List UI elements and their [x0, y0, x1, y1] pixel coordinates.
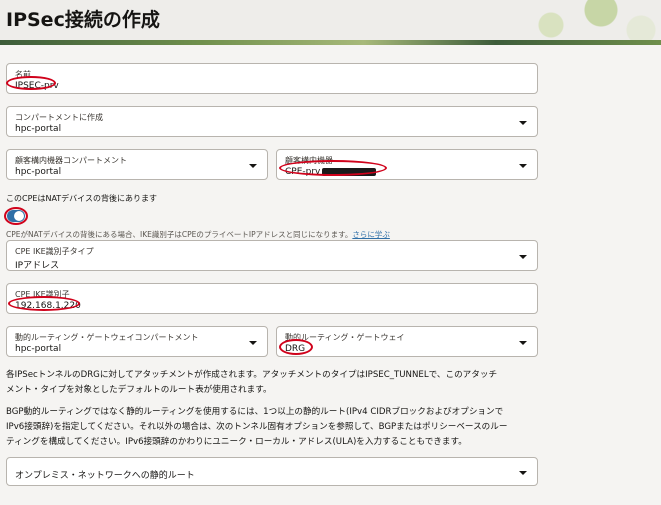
static-routing-info-line2: IPv6接頭辞)を指定してください。それ以外の場合は、次のトンネル固有オプション… [6, 422, 508, 432]
cpe-ike-id-value: 192.168.1.220 [15, 301, 81, 311]
cpe-select[interactable]: 顧客構内機器 CPE-prv [276, 149, 538, 180]
chevron-down-icon [249, 163, 257, 168]
nat-checkbox-label: このCPEはNATデバイスの背後にあります [6, 194, 157, 203]
static-routing-info-line3: ティングを構成してください。IPv6接頭辞のかわりにユニーク・ローカル・アドレス… [6, 437, 467, 447]
cpe-ike-type-select[interactable]: CPE IKE識別子タイプ IPアドレス [6, 240, 538, 271]
name-label: 名前 [15, 70, 31, 79]
attachment-info-line1: 各IPSecトンネルのDRGに対してアタッチメントが作成されます。アタッチメント… [6, 370, 498, 380]
static-routes-label: オンプレミス・ネットワークへの静的ルート [15, 471, 195, 481]
page-title: IPSec接続の作成 [6, 9, 160, 31]
static-routing-info-line1: BGP動的ルーティングではなく静的ルーティングを使用するには、1つ以上の静的ルー… [6, 407, 504, 417]
cpe-compartment-value: hpc-portal [15, 167, 62, 177]
chevron-down-icon [519, 120, 527, 125]
cpe-ike-id-field[interactable]: CPE IKE識別子 192.168.1.220 [6, 283, 538, 314]
compartment-value: hpc-portal [15, 124, 62, 134]
redacted-ocid [322, 167, 377, 176]
chevron-down-icon [519, 163, 527, 168]
chevron-down-icon [519, 340, 527, 345]
compartment-select[interactable]: コンパートメントに作成 hpc-portal [6, 106, 538, 137]
static-routing-info: BGP動的ルーティングではなく静的ルーティングを使用するには、1つ以上の静的ルー… [6, 405, 536, 450]
drg-compartment-label: 動的ルーティング・ゲートウェイコンパートメント [15, 333, 199, 342]
static-routes-expander[interactable]: オンプレミス・ネットワークへの静的ルート [6, 457, 538, 486]
attachment-info-line2: メント・タイプを対象としたデフォルトのルート表が使用されます。 [6, 385, 272, 395]
nat-helper: CPEがNATデバイスの背後にある場合、IKE識別子はCPEのプライベートIPア… [6, 230, 353, 239]
chevron-down-icon [519, 254, 527, 259]
cpe-compartment-select[interactable]: 顧客構内機器コンパートメント hpc-portal [6, 149, 268, 180]
chevron-down-icon [519, 470, 527, 475]
cpe-ike-type-label: CPE IKE識別子タイプ [15, 247, 94, 256]
drg-label: 動的ルーティング・ゲートウェイ [285, 333, 405, 342]
name-field[interactable]: 名前 IPSEC-prv [6, 63, 538, 94]
compartment-label: コンパートメントに作成 [15, 113, 103, 122]
cpe-value-wrap: CPE-prv [285, 167, 377, 177]
cpe-label: 顧客構内機器 [285, 156, 333, 165]
nat-toggle[interactable] [7, 210, 25, 222]
drg-compartment-value: hpc-portal [15, 344, 62, 354]
cpe-compartment-label: 顧客構内機器コンパートメント [15, 156, 127, 165]
name-value: IPSEC-prv [15, 81, 59, 91]
toggle-knob [14, 211, 24, 221]
page-header: IPSec接続の作成 [0, 0, 661, 40]
learn-more-link[interactable]: さらに学ぶ [352, 230, 390, 239]
header-banner [0, 40, 661, 45]
drg-compartment-select[interactable]: 動的ルーティング・ゲートウェイコンパートメント hpc-portal [6, 326, 268, 357]
cpe-ike-id-label: CPE IKE識別子 [15, 290, 70, 299]
header-decoration [521, 0, 661, 40]
chevron-down-icon [249, 340, 257, 345]
drg-select[interactable]: 動的ルーティング・ゲートウェイ DRG [276, 326, 538, 357]
drg-value: DRG [285, 344, 306, 354]
cpe-ike-type-value: IPアドレス [15, 261, 60, 271]
nat-helper-text: CPEがNATデバイスの背後にある場合、IKE識別子はCPEのプライベートIPア… [6, 229, 390, 240]
cpe-value: CPE-prv [285, 167, 321, 177]
attachment-info: 各IPSecトンネルのDRGに対してアタッチメントが作成されます。アタッチメント… [6, 368, 536, 398]
